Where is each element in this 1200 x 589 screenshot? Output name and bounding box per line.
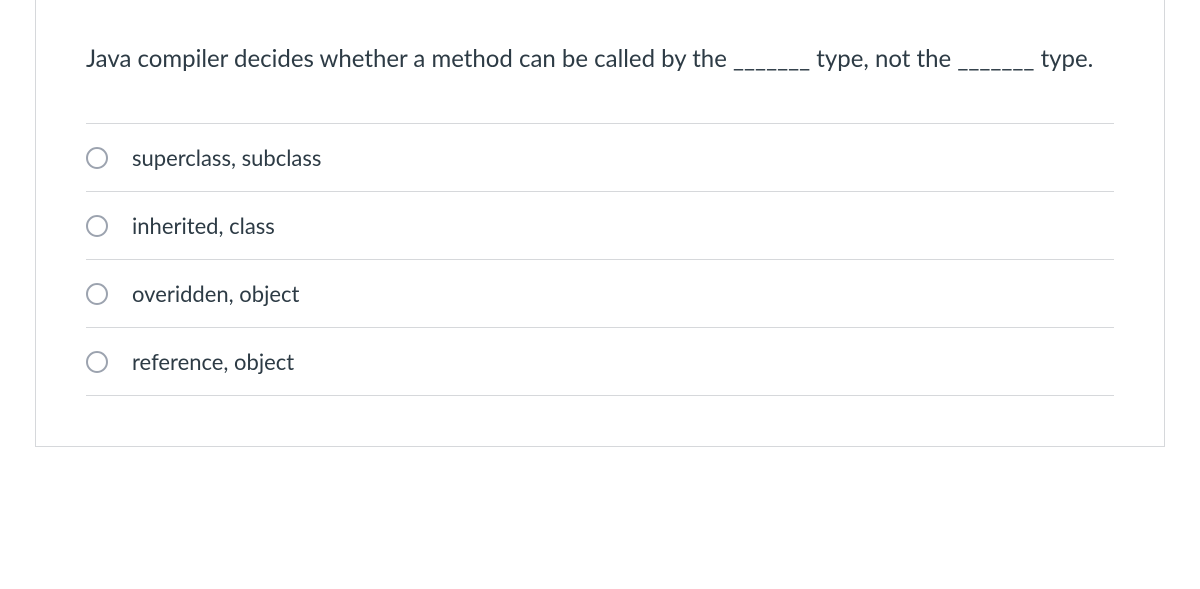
options-list: superclass, subclass inherited, class ov… bbox=[86, 123, 1114, 396]
radio-icon[interactable] bbox=[86, 351, 108, 373]
radio-icon[interactable] bbox=[86, 147, 108, 169]
option-label: superclass, subclass bbox=[132, 144, 321, 171]
question-card: Java compiler decides whether a method c… bbox=[35, 0, 1165, 447]
option-row[interactable]: inherited, class bbox=[86, 191, 1114, 259]
option-row[interactable]: overidden, object bbox=[86, 259, 1114, 327]
question-text: Java compiler decides whether a method c… bbox=[86, 40, 1114, 78]
radio-icon[interactable] bbox=[86, 283, 108, 305]
option-row[interactable]: superclass, subclass bbox=[86, 123, 1114, 191]
radio-icon[interactable] bbox=[86, 215, 108, 237]
option-label: reference, object bbox=[132, 348, 294, 375]
option-label: inherited, class bbox=[132, 212, 275, 239]
option-label: overidden, object bbox=[132, 280, 299, 307]
option-row[interactable]: reference, object bbox=[86, 327, 1114, 396]
